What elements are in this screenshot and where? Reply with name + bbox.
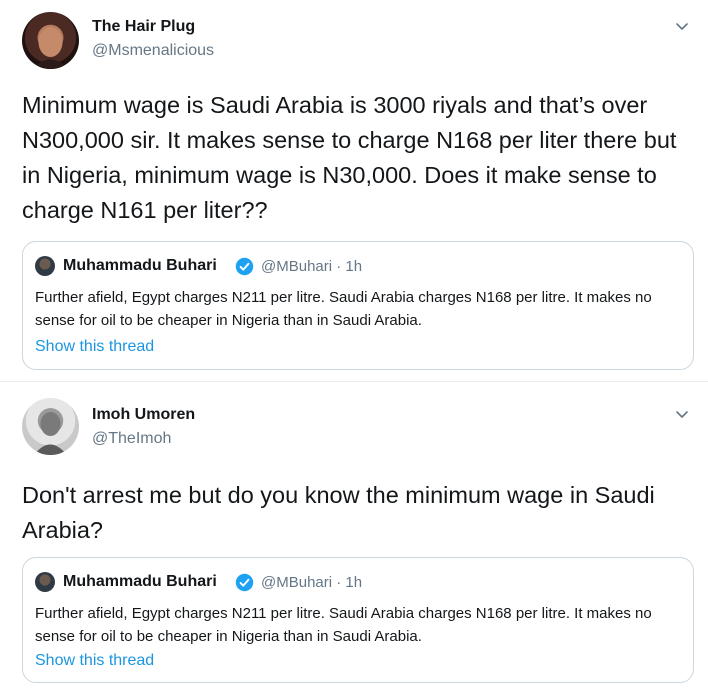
- verified-badge-icon: [235, 573, 254, 592]
- tweet[interactable]: The Hair Plug @Msmenalicious Minimum wag…: [0, 0, 708, 382]
- quoted-author-name: Muhammadu Buhari: [63, 257, 217, 274]
- avatar[interactable]: [22, 12, 79, 69]
- tweet[interactable]: Imoh Umoren @TheImoh Don't arrest me but…: [0, 382, 708, 692]
- author-name[interactable]: Imoh Umoren: [92, 406, 195, 424]
- tweet-text: Minimum wage is Saudi Arabia is 3000 riy…: [22, 92, 677, 223]
- author-name[interactable]: The Hair Plug: [92, 18, 195, 36]
- quoted-tweet[interactable]: Muhammadu Buhari @MBuhari · 1h Further a…: [22, 557, 694, 683]
- quoted-author-avatar: [35, 572, 55, 592]
- quoted-handle-time: @MBuhari · 1h: [261, 574, 363, 591]
- quoted-author-name: Muhammadu Buhari: [63, 573, 217, 590]
- avatar[interactable]: [22, 398, 79, 455]
- author-handle[interactable]: @Msmenalicious: [92, 42, 214, 60]
- show-thread-link[interactable]: Show this thread: [35, 338, 154, 356]
- chevron-down-icon[interactable]: [674, 18, 690, 34]
- quoted-text: Further afield, Egypt charges N211 per l…: [35, 289, 652, 329]
- show-thread-link[interactable]: Show this thread: [35, 652, 154, 670]
- quoted-handle-time: @MBuhari · 1h: [261, 258, 363, 275]
- verified-badge-icon: [235, 257, 254, 276]
- author-handle[interactable]: @TheImoh: [92, 430, 171, 448]
- chevron-down-icon[interactable]: [674, 406, 690, 422]
- tweet-text: Don't arrest me but do you know the mini…: [22, 482, 655, 543]
- quoted-text: Further afield, Egypt charges N211 per l…: [35, 605, 652, 645]
- quoted-author-avatar: [35, 256, 55, 276]
- quoted-tweet[interactable]: Muhammadu Buhari @MBuhari · 1h Further a…: [22, 241, 694, 370]
